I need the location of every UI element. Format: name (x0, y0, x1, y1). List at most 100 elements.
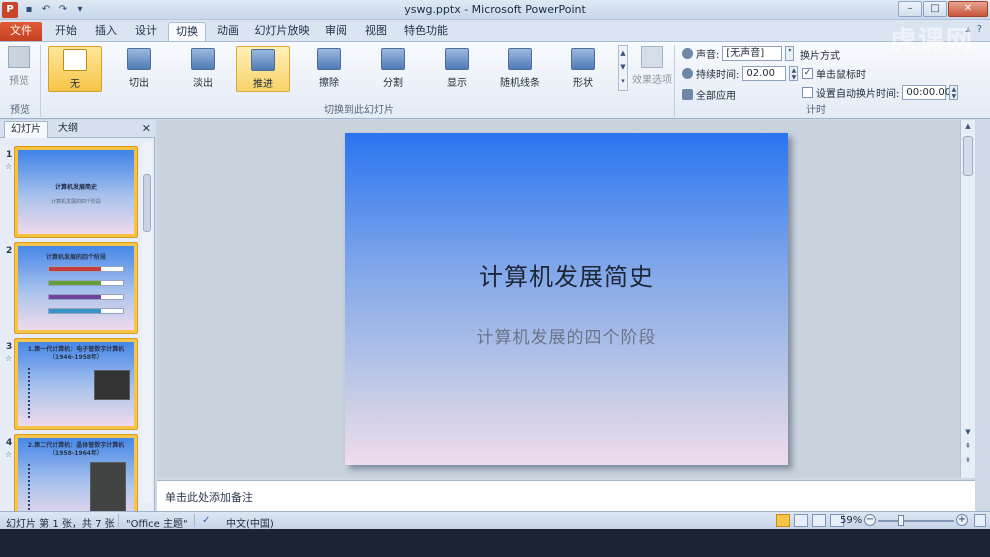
scroll-up-icon[interactable]: ▲ (963, 122, 973, 132)
auto-advance-input[interactable]: 00:00.00 (902, 85, 951, 100)
tab-design[interactable]: 设计 (128, 22, 164, 41)
thumb-slide: 2.第二代计算机：晶体管数字计算机（1958-1964年） (18, 438, 134, 522)
transition-split[interactable]: 分割 (366, 46, 420, 92)
transition-star-icon: ☆ (5, 354, 13, 363)
editor-scroll-thumb[interactable] (963, 136, 973, 176)
preview-icon (8, 46, 30, 68)
slides-panel: 幻灯片 大纲 ✕ 1 ☆ 计算机发展简史 计算机发展的四个阶段 2 计算机发展的… (0, 120, 155, 526)
preview-button[interactable]: 预览 (4, 45, 34, 91)
fit-to-window-icon[interactable] (974, 514, 986, 527)
tab-animations[interactable]: 动画 (210, 22, 246, 41)
duration-input[interactable]: 02.00 (742, 66, 787, 81)
slide-thumbnail[interactable]: 3 ☆ 1.第一代计算机：电子管数字计算机（1946-1958年） (0, 338, 140, 430)
transition-label: 随机线条 (500, 78, 540, 89)
normal-view-icon[interactable] (776, 514, 790, 527)
window-controls: – □ ✕ (898, 1, 988, 17)
duration-clock-icon (682, 68, 693, 79)
previous-slide-icon[interactable]: ⇞ (963, 442, 973, 452)
slide-title[interactable]: 计算机发展简史 (345, 257, 788, 292)
transition-reveal[interactable]: 显示 (430, 46, 484, 92)
thumb-bullets (28, 464, 84, 514)
slide-subtitle[interactable]: 计算机发展的四个阶段 (345, 323, 788, 348)
apply-all-button[interactable]: 全部应用 (682, 87, 736, 102)
transition-none[interactable]: 无 (48, 46, 102, 92)
ribbon-transitions: 预览 预览 无 切出 淡出 推进 擦除 分割 显示 随机线条 形状 ▲ ▼ ▾ 效果… (0, 41, 990, 119)
transition-push[interactable]: 推进 (236, 46, 290, 92)
slide-sorter-icon[interactable] (794, 514, 808, 527)
zoom-out-icon[interactable]: − (864, 514, 876, 526)
thumb-title: 1.第一代计算机：电子管数字计算机（1946-1958年） (27, 346, 125, 361)
slide-thumbnail[interactable]: 2 计算机发展的四个阶段 (0, 242, 140, 334)
tab-slideshow[interactable]: 幻灯片放映 (252, 22, 312, 41)
auto-advance-spinner[interactable]: ▲ ▼ (949, 85, 959, 100)
maximize-button[interactable]: □ (923, 1, 947, 17)
help-icon[interactable]: ? (977, 24, 982, 35)
thumb-frame: 计算机发展的四个阶段 (14, 242, 138, 334)
chevron-down-icon[interactable]: ▾ (785, 46, 795, 61)
editor-scrollbar[interactable]: ▲ ▼ ⇞ ⇟ (960, 120, 975, 478)
slide-thumbnail[interactable]: 1 ☆ 计算机发展简史 计算机发展的四个阶段 (0, 146, 140, 238)
transition-label: 淡出 (193, 78, 213, 89)
tab-review[interactable]: 审阅 (318, 22, 354, 41)
transition-label: 显示 (447, 78, 467, 89)
thumb-slide: 计算机发展的四个阶段 (18, 246, 134, 330)
tab-view[interactable]: 视图 (358, 22, 394, 41)
transition-random-bars[interactable]: 随机线条 (492, 46, 548, 92)
tab-special-features[interactable]: 特色功能 (398, 22, 454, 41)
panel-scrollbar[interactable] (142, 142, 152, 502)
tab-transitions[interactable]: 切换 (168, 22, 206, 41)
fade-icon (191, 48, 215, 70)
transition-shape[interactable]: 形状 (556, 46, 610, 92)
zoom-slider-track[interactable] (878, 520, 954, 522)
thumb-bullets (28, 368, 84, 418)
preview-label: 预览 (9, 76, 29, 87)
apply-all-icon (682, 89, 693, 100)
transition-fade[interactable]: 淡出 (176, 46, 230, 92)
notes-pane[interactable]: 单击此处添加备注 (157, 480, 975, 511)
tab-outline[interactable]: 大纲 (52, 121, 84, 138)
tab-home[interactable]: 开始 (48, 22, 84, 41)
wipe-icon (317, 48, 341, 70)
tab-slides[interactable]: 幻灯片 (4, 121, 48, 138)
tab-insert[interactable]: 插入 (88, 22, 124, 41)
close-icon[interactable]: ✕ (142, 122, 151, 135)
auto-advance-checkbox[interactable] (802, 87, 813, 98)
gallery-scroll[interactable]: ▲ ▼ ▾ (618, 45, 628, 91)
transition-label: 分割 (383, 78, 403, 89)
reading-view-icon[interactable] (812, 514, 826, 527)
minimize-button[interactable]: – (898, 1, 922, 17)
ribbon-help-controls: ▴ ? (966, 24, 982, 35)
on-click-checkbox[interactable]: ✓ (802, 68, 813, 79)
group-divider (40, 45, 41, 117)
zoom-slider-handle[interactable] (898, 515, 904, 526)
zoom-in-icon[interactable]: + (956, 514, 968, 526)
transition-cut[interactable]: 切出 (112, 46, 166, 92)
tab-file[interactable]: 文件 (0, 22, 42, 41)
scroll-down-icon[interactable]: ▼ (963, 428, 973, 438)
close-button[interactable]: ✕ (948, 1, 988, 17)
group-label-transitions: 切换到此幻灯片 (324, 105, 394, 116)
zoom-level[interactable]: 59% (840, 515, 862, 526)
split-icon (381, 48, 405, 70)
advance-slide-heading: 换片方式 (800, 47, 840, 62)
minimize-ribbon-icon[interactable]: ▴ (966, 24, 971, 35)
effect-options-button[interactable]: 效果选项 (632, 45, 672, 97)
status-divider (118, 514, 119, 527)
spell-check-icon[interactable]: ✓ (202, 515, 210, 526)
language-indicator[interactable]: 中文(中国) (226, 515, 274, 530)
theme-name[interactable]: "Office 主题" (126, 515, 188, 530)
next-slide-icon[interactable]: ⇟ (963, 456, 973, 466)
duration-spinner[interactable]: ▲ ▼ (789, 66, 799, 81)
panel-scroll-thumb[interactable] (143, 174, 151, 232)
current-slide[interactable]: 计算机发展简史 计算机发展的四个阶段 (345, 133, 788, 465)
thumb-frame-selected: 计算机发展简史 计算机发展的四个阶段 (14, 146, 138, 238)
effect-options-icon (641, 46, 663, 68)
thumb-bar (48, 280, 124, 286)
on-click-option[interactable]: ✓ 单击鼠标时 (802, 66, 866, 81)
apply-all-label: 全部应用 (696, 91, 736, 102)
duration-row: 持续时间: 02.00 ▲ ▼ (682, 66, 799, 81)
notes-placeholder[interactable]: 单击此处添加备注 (165, 489, 253, 505)
auto-advance-label: 设置自动换片时间: (816, 89, 900, 100)
sound-dropdown[interactable]: [无声音] (722, 46, 783, 61)
transition-wipe[interactable]: 擦除 (302, 46, 356, 92)
